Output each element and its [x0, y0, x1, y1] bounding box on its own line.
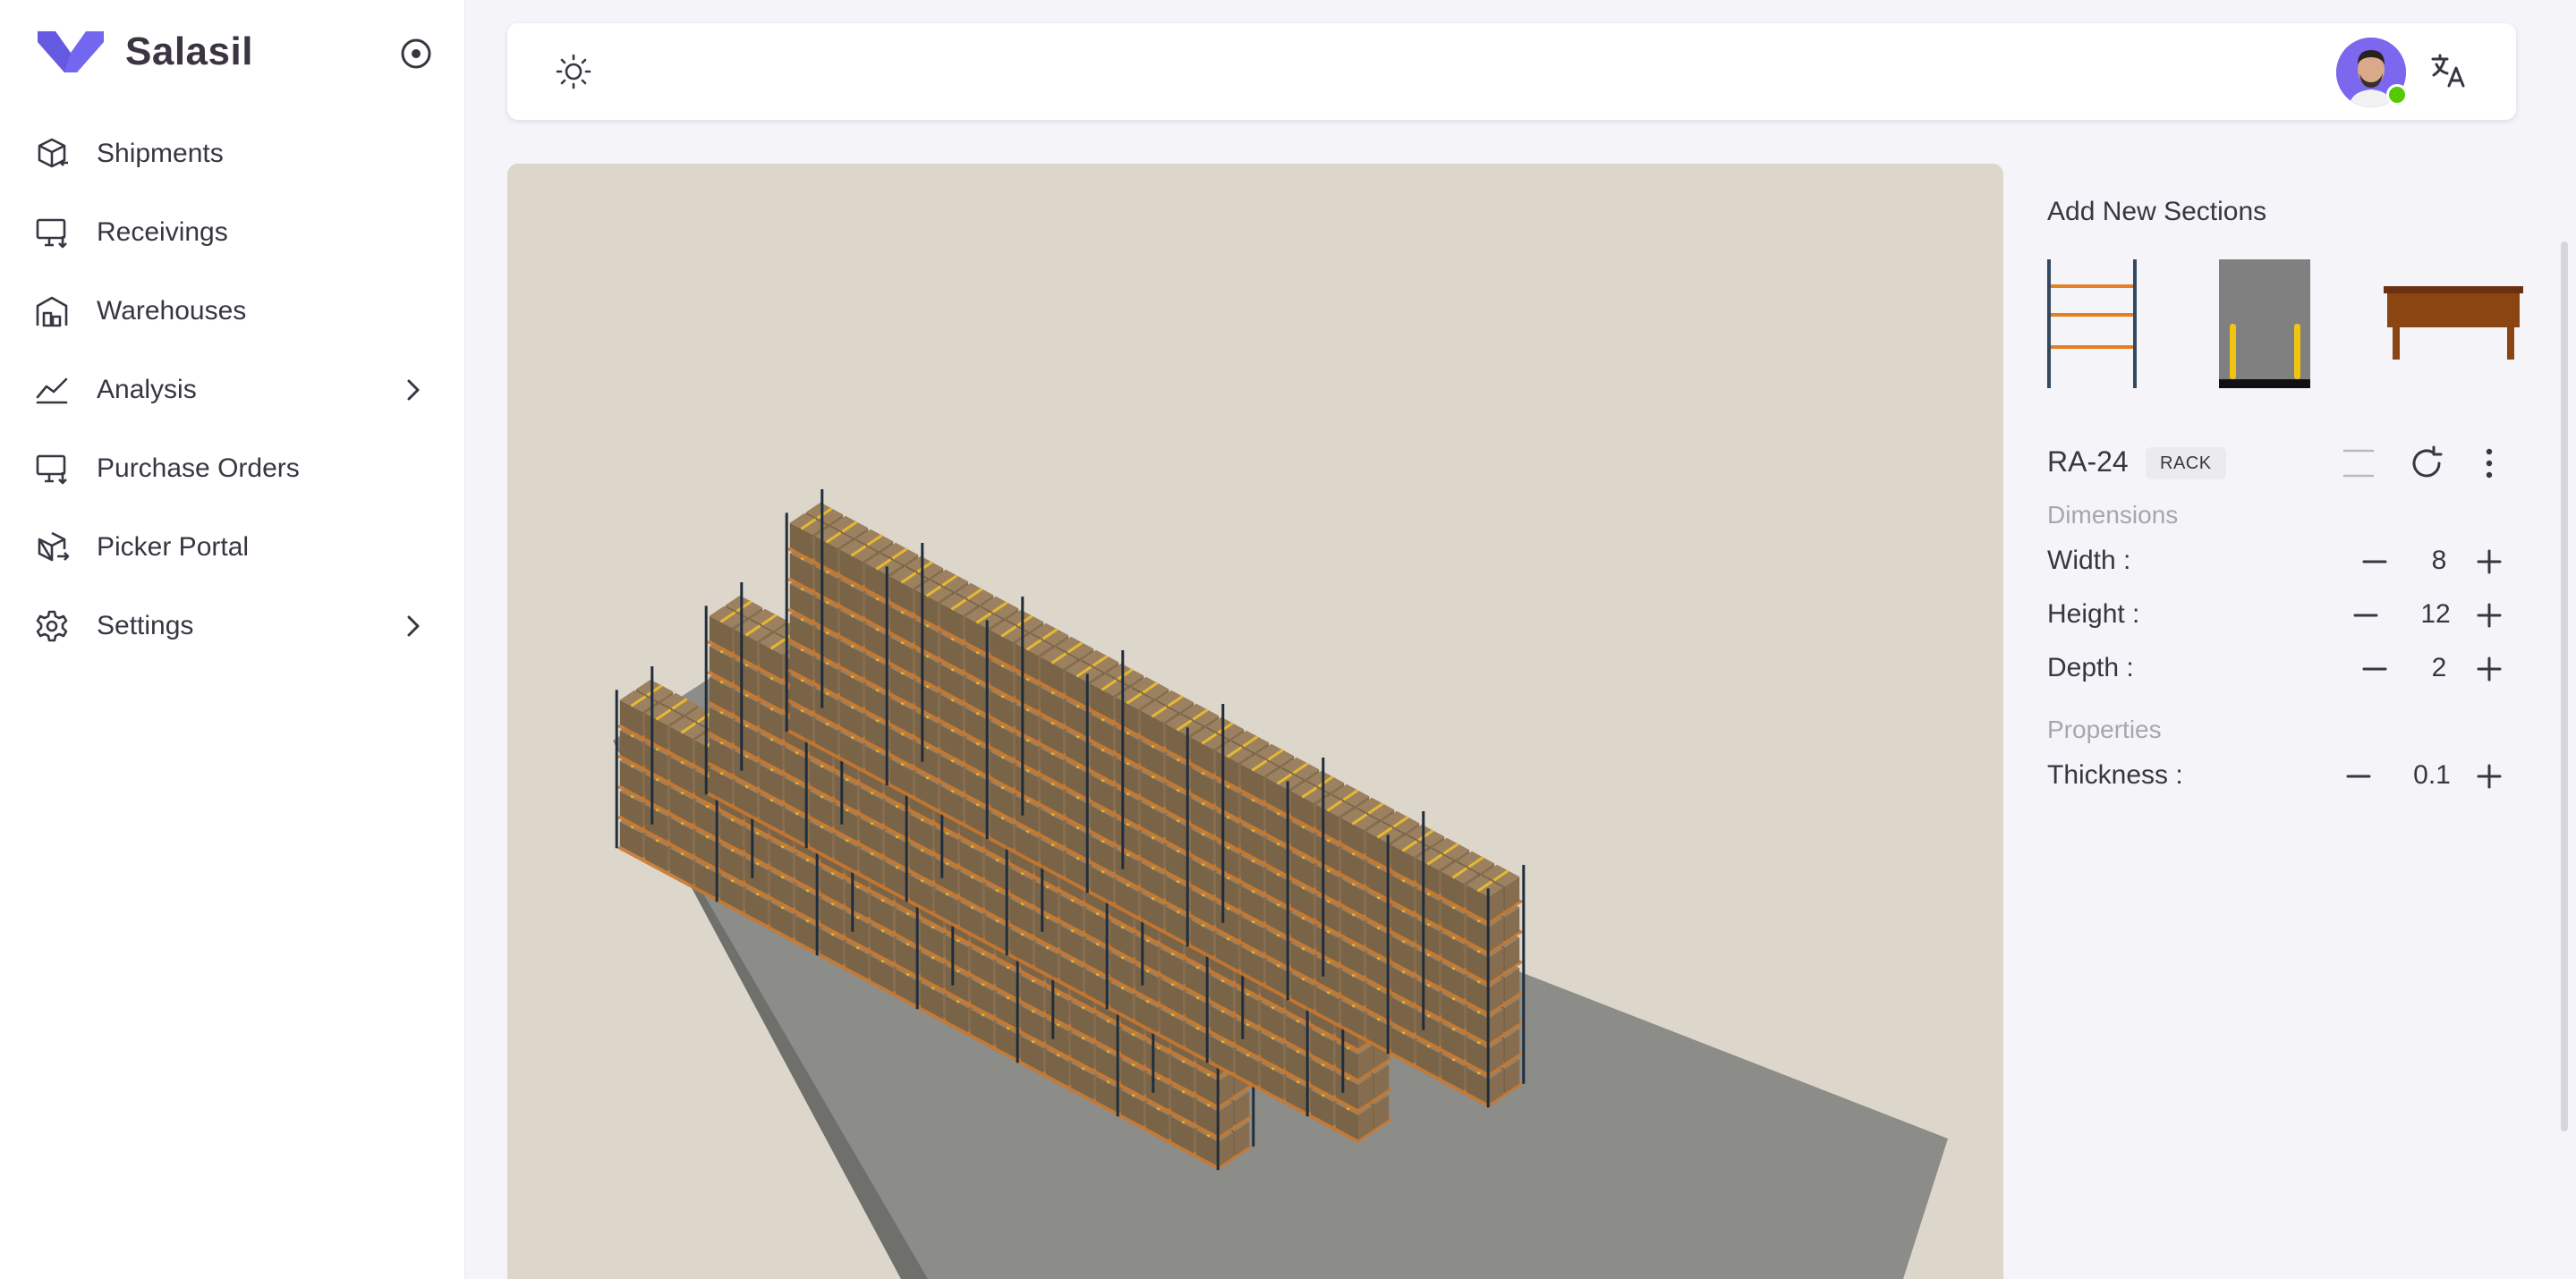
sidebar-item-warehouses[interactable]: Warehouses	[32, 272, 435, 351]
sidebar-item-settings[interactable]: Settings	[32, 587, 435, 665]
chevron-right-icon	[407, 379, 420, 401]
decrease-width-button[interactable]	[2359, 546, 2391, 578]
gear-icon	[32, 606, 72, 646]
properties-title: Properties	[2047, 716, 2162, 743]
panel-title: Add New Sections	[2047, 197, 2267, 226]
sidebar-item-label: Picker Portal	[97, 532, 250, 562]
decrease-thickness-button[interactable]	[2342, 760, 2375, 792]
sidebar-item-label: Analysis	[97, 375, 197, 404]
increase-depth-button[interactable]	[2473, 653, 2505, 685]
monitor-download-icon	[32, 449, 72, 488]
thickness-row: Thickness : 0.1	[2047, 753, 2530, 800]
height-value[interactable]: 12	[2403, 599, 2468, 630]
thickness-label: Thickness :	[2047, 760, 2183, 790]
sidebar-item-label: Shipments	[97, 139, 224, 168]
sidebar: Salasil Shipments Receivings Warehouses …	[0, 0, 465, 1279]
increase-width-button[interactable]	[2473, 546, 2505, 578]
sidebar-item-picker-portal[interactable]: Picker Portal	[32, 508, 435, 587]
sidebar-item-label: Purchase Orders	[97, 453, 300, 483]
increase-height-button[interactable]	[2473, 599, 2505, 631]
section-editor-panel: Add New Sections RA-24 RACK Dimensions W…	[2047, 179, 2548, 1279]
warehouse-3d-viewport[interactable]	[507, 164, 2003, 1279]
depth-value[interactable]: 2	[2407, 653, 2471, 683]
sidebar-nav: Shipments Receivings Warehouses Analysis…	[32, 114, 435, 665]
height-row: Height : 12	[2047, 592, 2530, 639]
status-badge	[2386, 84, 2408, 106]
depth-row: Depth : 2	[2047, 646, 2530, 692]
brand[interactable]: Salasil	[38, 27, 253, 77]
width-row: Width : 8	[2047, 538, 2530, 585]
decrease-height-button[interactable]	[2350, 599, 2382, 631]
selected-section-header: RA-24 RACK	[2047, 438, 2530, 488]
warehouse-scene[interactable]	[507, 164, 2003, 1279]
sidebar-item-label: Settings	[97, 611, 194, 640]
sidebar-item-shipments[interactable]: Shipments	[32, 114, 435, 193]
brand-name: Salasil	[125, 30, 253, 73]
package-return-icon	[32, 134, 72, 174]
sun-icon[interactable]	[552, 50, 595, 93]
user-avatar[interactable]	[2336, 38, 2408, 107]
package-export-icon	[32, 528, 72, 567]
sidebar-item-purchase-orders[interactable]: Purchase Orders	[32, 429, 435, 508]
sidebar-collapse-icon[interactable]	[398, 36, 434, 72]
depth-label: Depth :	[2047, 653, 2134, 682]
sidebar-item-label: Warehouses	[97, 296, 247, 326]
chevron-right-icon	[407, 615, 420, 637]
dimensions-title: Dimensions	[2047, 501, 2179, 529]
more-vertical-icon[interactable]	[2470, 444, 2509, 483]
translate-icon[interactable]	[2427, 50, 2470, 93]
add-table-section-button[interactable]	[2384, 259, 2523, 388]
height-label: Height :	[2047, 599, 2140, 629]
panel-scrollbar[interactable]	[2561, 241, 2568, 1131]
sidebar-item-receivings[interactable]: Receivings	[32, 193, 435, 272]
increase-thickness-button[interactable]	[2473, 760, 2505, 792]
width-value[interactable]: 8	[2407, 546, 2471, 576]
thickness-value[interactable]: 0.1	[2400, 760, 2464, 791]
brand-logo-icon	[38, 31, 104, 72]
top-navbar	[507, 23, 2516, 120]
add-door-section-button[interactable]	[2219, 259, 2310, 388]
sidebar-item-label: Receivings	[97, 217, 228, 247]
add-rack-section-button[interactable]	[2047, 259, 2137, 388]
rotate-icon[interactable]	[2407, 444, 2446, 483]
monitor-download-icon	[32, 213, 72, 252]
chart-line-icon	[32, 370, 72, 410]
decrease-depth-button[interactable]	[2359, 653, 2391, 685]
section-name: RA-24	[2047, 445, 2129, 478]
section-type-badge: RACK	[2146, 447, 2226, 479]
warehouse-icon	[32, 292, 72, 331]
align-icon[interactable]	[2339, 444, 2378, 483]
sidebar-item-analysis[interactable]: Analysis	[32, 351, 435, 429]
width-label: Width :	[2047, 546, 2131, 575]
